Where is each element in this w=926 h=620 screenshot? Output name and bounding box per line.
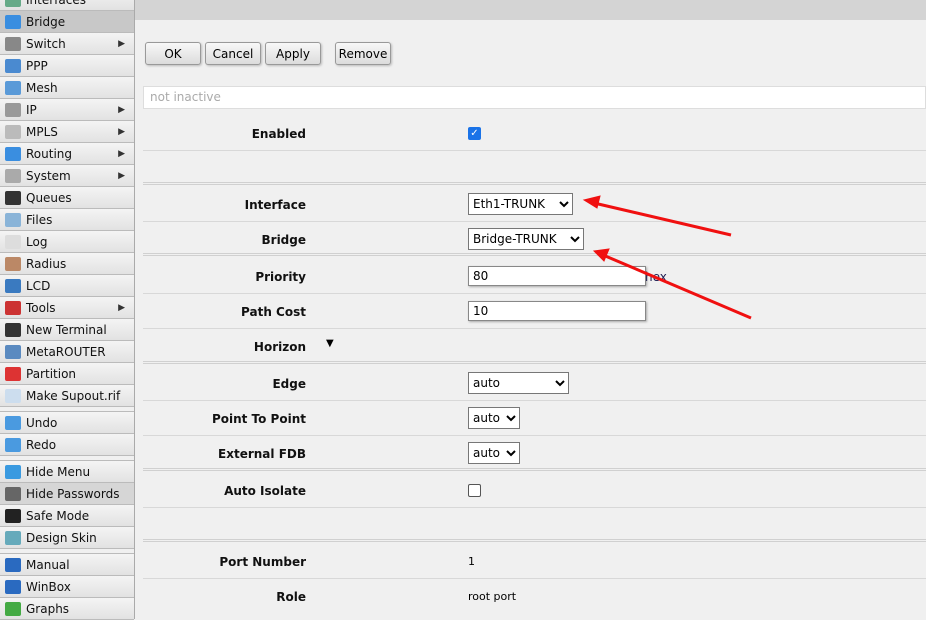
arrow-head-icon [592, 248, 610, 262]
arrow-to-interface [593, 201, 732, 237]
annotation-arrows [582, 195, 752, 320]
arrow-head-icon [582, 195, 601, 209]
arrow-to-bridge [602, 253, 752, 320]
